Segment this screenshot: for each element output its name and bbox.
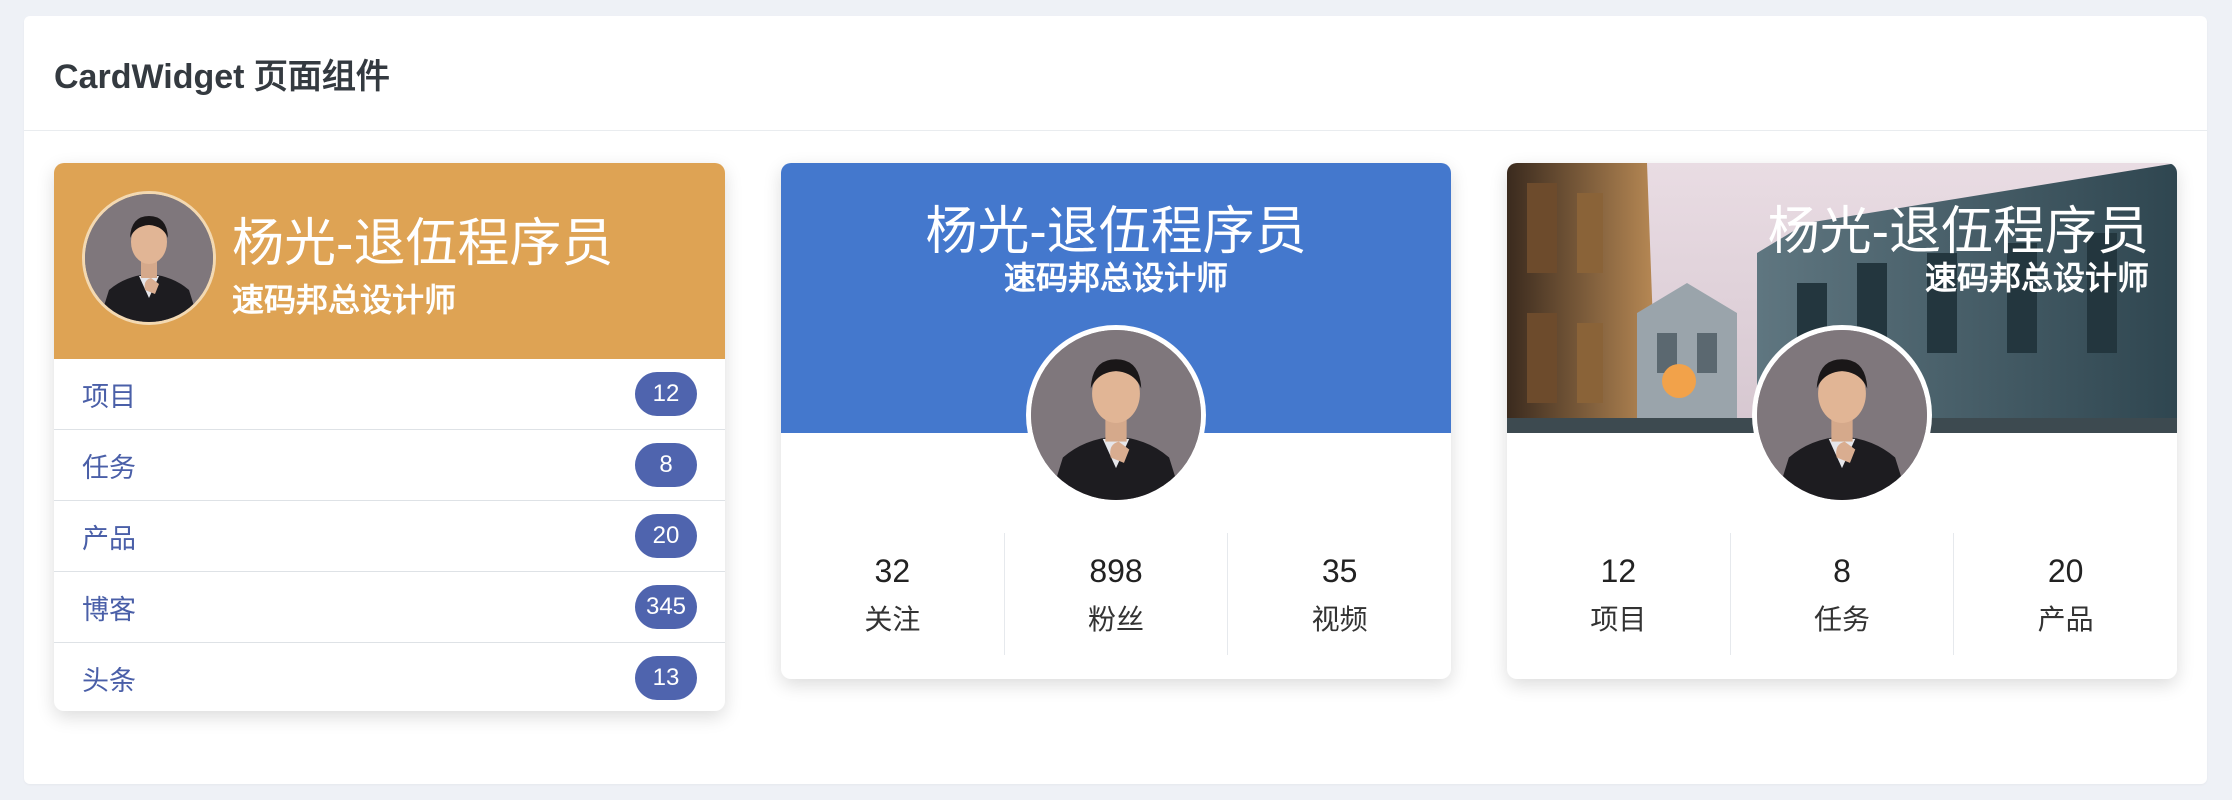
profile-role: 速码邦总设计师 bbox=[232, 282, 457, 318]
card-header: 杨光-退伍程序员 速码邦总设计师 bbox=[54, 163, 725, 359]
stat-value: 898 bbox=[1089, 553, 1143, 589]
count-badge: 12 bbox=[635, 372, 697, 416]
count-badge: 13 bbox=[635, 656, 697, 700]
avatar bbox=[82, 191, 216, 325]
count-badge: 345 bbox=[635, 585, 697, 629]
list-item-headlines[interactable]: 头条 13 bbox=[54, 643, 725, 711]
stat-label: 视频 bbox=[1311, 604, 1368, 635]
list-item-tasks[interactable]: 任务 8 bbox=[54, 430, 725, 501]
stat-projects[interactable]: 12 项目 bbox=[1507, 533, 1731, 655]
count-badge: 20 bbox=[635, 514, 697, 558]
stat-label: 粉丝 bbox=[1088, 604, 1145, 635]
list-item-label: 博客 bbox=[82, 594, 136, 625]
stat-following[interactable]: 32 关注 bbox=[781, 533, 1005, 655]
list-item-label: 项目 bbox=[82, 381, 136, 412]
list-item-label: 产品 bbox=[82, 523, 136, 554]
stat-videos[interactable]: 35 视频 bbox=[1228, 533, 1451, 655]
person-photo-icon bbox=[1031, 330, 1201, 500]
stat-products[interactable]: 20 产品 bbox=[1954, 533, 2177, 655]
count-badge: 8 bbox=[635, 443, 697, 487]
profile-stats-card-blue: 杨光-退伍程序员 速码邦总设计师 32 关注 898 粉丝 35 视频 bbox=[781, 163, 1451, 679]
profile-name: 杨光-退伍程序员 bbox=[232, 215, 614, 273]
avatar bbox=[1752, 325, 1932, 505]
count-list: 项目 12 任务 8 产品 20 博客 345 头条 13 bbox=[54, 359, 725, 711]
profile-role: 速码邦总设计师 bbox=[1924, 260, 2149, 296]
stat-value: 8 bbox=[1833, 553, 1851, 589]
stat-value: 35 bbox=[1321, 553, 1358, 589]
panel-header: CardWidget 页面组件 bbox=[24, 16, 2207, 131]
stat-label: 关注 bbox=[864, 604, 921, 635]
person-photo-icon bbox=[1757, 330, 1927, 500]
list-item-label: 任务 bbox=[82, 452, 136, 483]
stat-value: 12 bbox=[1600, 553, 1637, 589]
person-photo-icon bbox=[85, 194, 213, 322]
stat-fans[interactable]: 898 粉丝 bbox=[1005, 533, 1229, 655]
stat-label: 产品 bbox=[2037, 604, 2094, 635]
profile-role: 速码邦总设计师 bbox=[1003, 260, 1228, 296]
profile-list-card: 杨光-退伍程序员 速码邦总设计师 项目 12 任务 8 产品 20 博客 345… bbox=[54, 163, 725, 711]
stat-value: 20 bbox=[2047, 553, 2084, 589]
profile-stats-card-photo: 杨光-退伍程序员 速码邦总设计师 12 项目 8 任务 20 产品 bbox=[1507, 163, 2177, 679]
list-item-label: 头条 bbox=[82, 665, 136, 696]
page-title: CardWidget 页面组件 bbox=[54, 57, 390, 96]
stat-label: 项目 bbox=[1590, 604, 1647, 635]
stats-row: 12 项目 8 任务 20 产品 bbox=[1507, 533, 2177, 655]
avatar bbox=[1026, 325, 1206, 505]
list-item-products[interactable]: 产品 20 bbox=[54, 501, 725, 572]
stats-row: 32 关注 898 粉丝 35 视频 bbox=[781, 533, 1451, 655]
stat-value: 32 bbox=[874, 553, 911, 589]
list-item-projects[interactable]: 项目 12 bbox=[54, 359, 725, 430]
stat-label: 任务 bbox=[1814, 604, 1871, 635]
list-item-blogs[interactable]: 博客 345 bbox=[54, 572, 725, 643]
stat-tasks[interactable]: 8 任务 bbox=[1731, 533, 1955, 655]
